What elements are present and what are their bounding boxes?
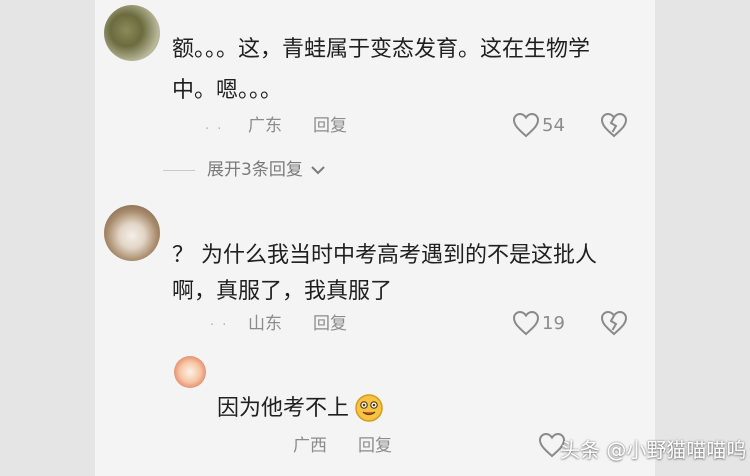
expand-replies-label: 展开3条回复 (207, 160, 303, 180)
reply-avatar[interactable] (174, 356, 206, 388)
comment-text-line: 额。。。这，青蛙属于变态发育。这在生物学 (172, 37, 591, 62)
comment-text-line: 啊，真服了，我真服了 (172, 279, 393, 304)
region-label: 广东 (248, 116, 282, 136)
divider (163, 170, 195, 171)
watermark: 头条 @小野猫喵喵呜 (560, 438, 747, 462)
region-label: 广西 (293, 436, 327, 456)
reply-button[interactable]: 回复 (313, 314, 347, 334)
reply-button[interactable]: 回复 (358, 436, 392, 456)
reply-button[interactable]: 回复 (313, 116, 347, 136)
like-count: 54 (542, 115, 565, 136)
username-blurred: · · (205, 122, 224, 137)
chevron-down-icon (311, 166, 325, 175)
smiling-emoji-icon (355, 394, 383, 422)
comment-text-line: 中。嗯。。。 (172, 78, 283, 103)
comment-text-line: ？ 为什么我当时中考高考遇到的不是这批人 (172, 243, 597, 268)
heart-outline-icon[interactable] (512, 310, 540, 336)
avatar[interactable] (104, 5, 160, 61)
reply-text: 因为他考不上 (217, 396, 350, 421)
like-count: 19 (542, 313, 565, 334)
expand-replies-button[interactable]: 展开3条回复 (207, 158, 326, 182)
heart-outline-icon[interactable] (512, 112, 540, 138)
avatar[interactable] (104, 205, 160, 261)
username-blurred: · · (210, 318, 229, 333)
region-label: 山东 (248, 314, 282, 334)
broken-heart-icon[interactable] (600, 112, 628, 138)
broken-heart-icon[interactable] (600, 310, 628, 336)
